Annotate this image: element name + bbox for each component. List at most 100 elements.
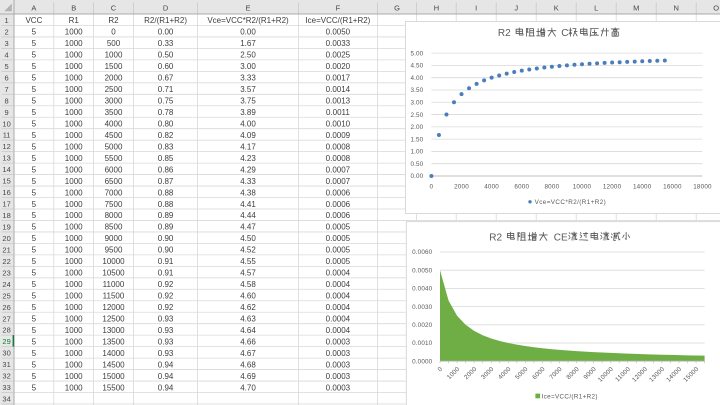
svg-text:2500: 2500 bbox=[105, 85, 123, 94]
svg-text:4.00: 4.00 bbox=[240, 119, 256, 128]
svg-text:11000: 11000 bbox=[103, 280, 125, 289]
svg-text:20: 20 bbox=[2, 234, 10, 243]
svg-text:B: B bbox=[71, 4, 76, 13]
svg-text:0.94: 0.94 bbox=[158, 360, 174, 369]
svg-text:11: 11 bbox=[3, 131, 11, 140]
svg-text:25: 25 bbox=[2, 291, 10, 300]
svg-text:12000: 12000 bbox=[102, 303, 125, 312]
svg-text:3.00: 3.00 bbox=[410, 99, 423, 106]
svg-text:4.55: 4.55 bbox=[240, 257, 256, 266]
svg-text:5: 5 bbox=[32, 257, 37, 266]
svg-text:30: 30 bbox=[2, 349, 10, 358]
svg-text:5500: 5500 bbox=[105, 154, 123, 163]
svg-text:1000: 1000 bbox=[65, 131, 83, 140]
svg-text:1000: 1000 bbox=[65, 269, 83, 278]
svg-text:16: 16 bbox=[2, 188, 10, 197]
svg-text:2000: 2000 bbox=[105, 74, 123, 83]
svg-text:1000: 1000 bbox=[65, 257, 83, 266]
svg-text:0.0005: 0.0005 bbox=[326, 246, 351, 255]
svg-text:4.38: 4.38 bbox=[240, 188, 256, 197]
svg-text:R2: R2 bbox=[108, 16, 119, 25]
svg-text:1000: 1000 bbox=[65, 326, 83, 335]
svg-text:1000: 1000 bbox=[65, 314, 83, 323]
svg-text:4.44: 4.44 bbox=[240, 211, 256, 220]
svg-text:Ice=VCC/(R1+R2): Ice=VCC/(R1+R2) bbox=[542, 393, 598, 400]
svg-text:13000: 13000 bbox=[102, 326, 125, 335]
svg-text:1000: 1000 bbox=[65, 234, 83, 243]
svg-text:G: G bbox=[394, 4, 400, 13]
svg-text:0.0003: 0.0003 bbox=[326, 349, 351, 358]
svg-text:4.41: 4.41 bbox=[240, 200, 256, 209]
svg-text:R2/(R1+R2): R2/(R1+R2) bbox=[144, 16, 187, 25]
svg-text:10500: 10500 bbox=[102, 269, 125, 278]
svg-text:0.0050: 0.0050 bbox=[326, 28, 351, 37]
svg-text:27: 27 bbox=[2, 314, 10, 323]
svg-text:0.0060: 0.0060 bbox=[412, 249, 433, 256]
svg-text:17: 17 bbox=[2, 200, 10, 209]
svg-text:0.0003: 0.0003 bbox=[326, 372, 351, 381]
svg-text:1000: 1000 bbox=[65, 119, 83, 128]
svg-text:0.0008: 0.0008 bbox=[326, 142, 351, 151]
svg-text:0.88: 0.88 bbox=[158, 188, 174, 197]
svg-text:1.67: 1.67 bbox=[240, 39, 256, 48]
svg-text:3.50: 3.50 bbox=[410, 87, 423, 94]
svg-text:0.0020: 0.0020 bbox=[412, 322, 433, 329]
svg-text:R2: R2 bbox=[489, 232, 502, 243]
svg-text:1000: 1000 bbox=[65, 28, 83, 37]
svg-text:A: A bbox=[31, 4, 36, 13]
svg-text:5: 5 bbox=[32, 246, 37, 255]
svg-text:F: F bbox=[336, 4, 341, 13]
svg-text:1: 1 bbox=[5, 16, 9, 25]
svg-text:0.0025: 0.0025 bbox=[326, 51, 351, 60]
svg-text:34: 34 bbox=[2, 395, 10, 404]
svg-text:5: 5 bbox=[32, 142, 37, 151]
svg-text:0.82: 0.82 bbox=[158, 131, 174, 140]
svg-text:5: 5 bbox=[32, 74, 37, 83]
svg-text:6000: 6000 bbox=[514, 184, 529, 191]
svg-text:1.50: 1.50 bbox=[410, 136, 423, 143]
svg-text:4.70: 4.70 bbox=[240, 383, 256, 392]
svg-text:5: 5 bbox=[32, 51, 37, 60]
svg-text:4500: 4500 bbox=[105, 131, 123, 140]
svg-text:7: 7 bbox=[5, 85, 9, 94]
svg-text:0.80: 0.80 bbox=[158, 119, 174, 128]
svg-text:Ice=VCC/(R1+R2): Ice=VCC/(R1+R2) bbox=[305, 16, 370, 25]
svg-text:13500: 13500 bbox=[102, 337, 125, 346]
svg-text:0.91: 0.91 bbox=[158, 257, 174, 266]
svg-text:14500: 14500 bbox=[102, 360, 125, 369]
svg-text:5: 5 bbox=[32, 177, 37, 186]
svg-text:4.62: 4.62 bbox=[240, 303, 256, 312]
svg-text:12: 12 bbox=[2, 142, 10, 151]
svg-text:24: 24 bbox=[2, 280, 10, 289]
svg-text:5: 5 bbox=[32, 97, 37, 106]
svg-text:19: 19 bbox=[2, 223, 10, 232]
svg-text:0.0007: 0.0007 bbox=[326, 177, 351, 186]
svg-text:5: 5 bbox=[32, 314, 37, 323]
svg-text:1000: 1000 bbox=[65, 188, 83, 197]
svg-text:4.47: 4.47 bbox=[240, 223, 256, 232]
svg-text:11500: 11500 bbox=[103, 292, 125, 301]
svg-text:7000: 7000 bbox=[105, 188, 123, 197]
svg-text:1000: 1000 bbox=[65, 62, 83, 71]
svg-text:0.0003: 0.0003 bbox=[326, 383, 351, 392]
svg-text:3: 3 bbox=[5, 39, 9, 48]
svg-text:14000: 14000 bbox=[102, 349, 125, 358]
svg-text:15500: 15500 bbox=[102, 383, 125, 392]
svg-text:0.90: 0.90 bbox=[158, 246, 174, 255]
svg-text:18000: 18000 bbox=[693, 184, 712, 191]
svg-text:32: 32 bbox=[2, 372, 10, 381]
svg-text:0.0008: 0.0008 bbox=[326, 154, 351, 163]
svg-text:6500: 6500 bbox=[105, 177, 123, 186]
svg-text:5: 5 bbox=[32, 280, 37, 289]
svg-text:4.57: 4.57 bbox=[240, 269, 256, 278]
svg-text:L: L bbox=[594, 4, 598, 13]
svg-text:0.0004: 0.0004 bbox=[326, 303, 351, 312]
svg-text:5: 5 bbox=[32, 303, 37, 312]
svg-text:4.66: 4.66 bbox=[240, 337, 256, 346]
svg-text:0.50: 0.50 bbox=[158, 51, 174, 60]
svg-text:33: 33 bbox=[2, 383, 10, 392]
svg-text:0.0005: 0.0005 bbox=[326, 234, 351, 243]
svg-text:0.50: 0.50 bbox=[410, 161, 423, 168]
svg-text:M: M bbox=[633, 4, 639, 13]
svg-text:0.86: 0.86 bbox=[158, 165, 174, 174]
